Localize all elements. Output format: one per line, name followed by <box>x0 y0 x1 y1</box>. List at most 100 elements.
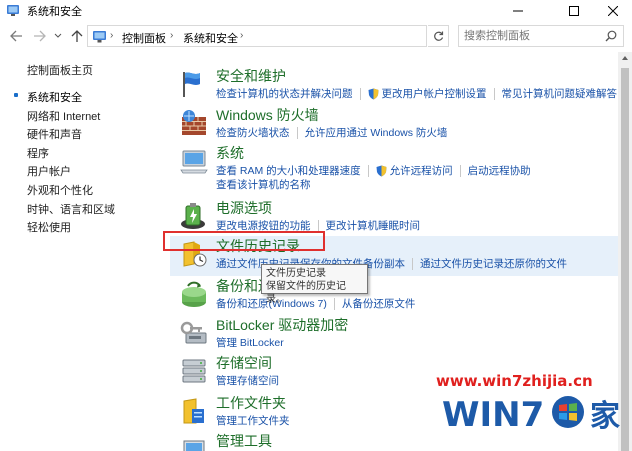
category-links: 管理 BitLocker <box>216 335 284 350</box>
flag-icon <box>183 72 200 97</box>
minimize-icon <box>513 10 523 11</box>
sidebar-item-programs[interactable]: 程序 <box>27 145 49 161</box>
category-links: 查看 RAM 的大小和处理器速度 允许远程访问 启动远程协助 <box>216 163 531 178</box>
sidebar-item-system-security[interactable]: 系统和安全 <box>27 89 82 105</box>
maximize-icon <box>569 5 579 16</box>
sidebar-item-appearance[interactable]: 外观和个性化 <box>27 182 93 198</box>
link-manage-storage[interactable]: 管理存储空间 <box>216 373 279 388</box>
category-title[interactable]: 安全和维护 <box>216 66 286 86</box>
sidebar-item-clock-region[interactable]: 时钟、语言和区域 <box>27 201 115 217</box>
breadcrumb-system-security[interactable]: 系统和安全 <box>183 30 238 46</box>
breadcrumb-separator-icon: › <box>110 30 114 41</box>
watermark-brand-suffix: 家 <box>590 399 620 434</box>
category-links: 检查防火墙状态 允许应用通过 Windows 防火墙 <box>216 125 447 140</box>
tooltip: 文件历史记录 保留文件的历史记录。 <box>261 264 368 305</box>
firewall-icon <box>182 110 206 135</box>
link-computer-name[interactable]: 查看该计算机的名称 <box>216 177 311 192</box>
link-separator <box>459 164 461 177</box>
bitlocker-icon <box>180 321 207 344</box>
windows-logo-icon <box>552 396 584 428</box>
backup-icon <box>182 281 206 307</box>
link-manage-work-folders[interactable]: 管理工作文件夹 <box>216 413 290 428</box>
link-sleep-time[interactable]: 更改计算机睡眠时间 <box>326 218 421 233</box>
sidebar-item-home[interactable]: 控制面板主页 <box>27 62 93 78</box>
tooltip-title: 文件历史记录 <box>266 268 326 279</box>
link-restore-files[interactable]: 通过文件历史记录还原你的文件 <box>420 256 567 271</box>
sidebar-item-hardware[interactable]: 硬件和声音 <box>27 126 82 142</box>
admin-tools-icon <box>183 440 205 451</box>
tooltip-description: 保留文件的历史记录。 <box>266 281 346 305</box>
link-remote-access[interactable]: 允许远程访问 <box>390 163 453 178</box>
work-folders-icon <box>183 398 204 424</box>
close-icon <box>608 5 618 16</box>
category-title[interactable]: 工作文件夹 <box>216 393 286 413</box>
refresh-button[interactable] <box>428 25 449 47</box>
breadcrumb-control-panel[interactable]: 控制面板 <box>122 30 166 46</box>
chevron-down-icon <box>54 33 62 38</box>
breadcrumb-separator-icon: › <box>240 30 244 41</box>
category-links: 管理存储空间 <box>216 373 279 388</box>
category-title[interactable]: 系统 <box>216 143 244 163</box>
title-bar: 系统和安全 <box>0 0 632 21</box>
search-box[interactable] <box>458 25 624 47</box>
link-separator <box>359 87 361 100</box>
link-manage-bitlocker[interactable]: 管理 BitLocker <box>216 335 284 350</box>
link-remote-assist[interactable]: 启动远程协助 <box>468 163 531 178</box>
storage-icon <box>182 359 206 383</box>
category-security-maintenance: 安全和维护 检查计算机的状态并解决问题 更改用户帐户控制设置 常见计算机问题疑难… <box>178 66 618 106</box>
search-icon[interactable] <box>605 30 617 42</box>
current-item-indicator <box>14 93 18 97</box>
uac-shield-icon <box>368 88 378 99</box>
arrow-left-icon <box>9 30 22 42</box>
category-title[interactable]: Windows 防火墙 <box>216 105 319 125</box>
link-troubleshoot[interactable]: 常见计算机问题疑难解答 <box>502 86 618 101</box>
link-uac-settings[interactable]: 更改用户帐户控制设置 <box>382 86 487 101</box>
watermark-logo: WIN7 家 <box>442 395 620 435</box>
window-title: 系统和安全 <box>27 6 82 18</box>
watermark-url: www.win7zhijia.cn <box>436 372 593 390</box>
link-separator <box>412 257 413 270</box>
category-title[interactable]: 存储空间 <box>216 353 272 373</box>
back-button[interactable] <box>8 27 24 45</box>
category-links-row2: 查看该计算机的名称 <box>216 177 311 192</box>
category-links: 检查计算机的状态并解决问题 更改用户帐户控制设置 常见计算机问题疑难解答 <box>216 86 617 101</box>
sidebar-item-ease-of-access[interactable]: 轻松使用 <box>27 219 71 235</box>
scroll-up-icon[interactable] <box>621 55 629 61</box>
recent-locations-button[interactable] <box>50 27 66 45</box>
link-separator <box>367 164 369 177</box>
link-check-status[interactable]: 检查计算机的状态并解决问题 <box>216 86 353 101</box>
control-panel-icon <box>93 31 106 43</box>
computer-icon <box>180 150 208 174</box>
sidebar: 控制面板主页 系统和安全 网络和 Internet 硬件和声音 程序 用户帐户 … <box>0 55 150 451</box>
up-button[interactable] <box>69 27 85 45</box>
navigation-bar: › 控制面板 › 系统和安全 › <box>0 22 632 50</box>
category-links: 管理工作文件夹 <box>216 413 290 428</box>
link-view-ram[interactable]: 查看 RAM 的大小和处理器速度 <box>216 163 361 178</box>
category-title[interactable]: 电源选项 <box>216 198 272 218</box>
link-firewall-status[interactable]: 检查防火墙状态 <box>216 125 290 140</box>
breadcrumb-separator-icon: › <box>170 30 174 41</box>
close-button[interactable] <box>590 0 632 21</box>
category-title[interactable]: 管理工具 <box>216 431 272 451</box>
sidebar-item-user-accounts[interactable]: 用户帐户 <box>27 163 71 179</box>
link-separator <box>296 126 298 139</box>
link-separator <box>317 219 319 232</box>
highlight-annotation-box <box>163 231 325 251</box>
battery-icon <box>181 203 205 229</box>
link-allow-app[interactable]: 允许应用通过 Windows 防火墙 <box>305 125 448 140</box>
link-separator <box>493 87 495 100</box>
refresh-icon <box>433 31 443 41</box>
category-title[interactable]: BitLocker 驱动器加密 <box>216 315 348 335</box>
uac-shield-icon <box>376 165 387 176</box>
address-bar[interactable]: › 控制面板 › 系统和安全 › <box>87 25 506 47</box>
category-bitlocker: BitLocker 驱动器加密 管理 BitLocker <box>178 315 618 355</box>
watermark-brand: WIN7 <box>442 395 544 435</box>
search-input[interactable] <box>464 29 594 43</box>
arrow-up-icon <box>71 29 83 42</box>
category-system: 系统 查看 RAM 的大小和处理器速度 允许远程访问 启动远程协助 查看该计算机… <box>178 143 618 191</box>
forward-button[interactable] <box>31 27 47 45</box>
sidebar-item-network[interactable]: 网络和 Internet <box>27 108 100 124</box>
category-backup-restore: 备份和还原 备份和还原(Windows 7) 从备份还原文件 <box>178 276 618 316</box>
category-firewall: Windows 防火墙 检查防火墙状态 允许应用通过 Windows 防火墙 <box>178 105 618 145</box>
minimize-button[interactable] <box>495 0 541 21</box>
